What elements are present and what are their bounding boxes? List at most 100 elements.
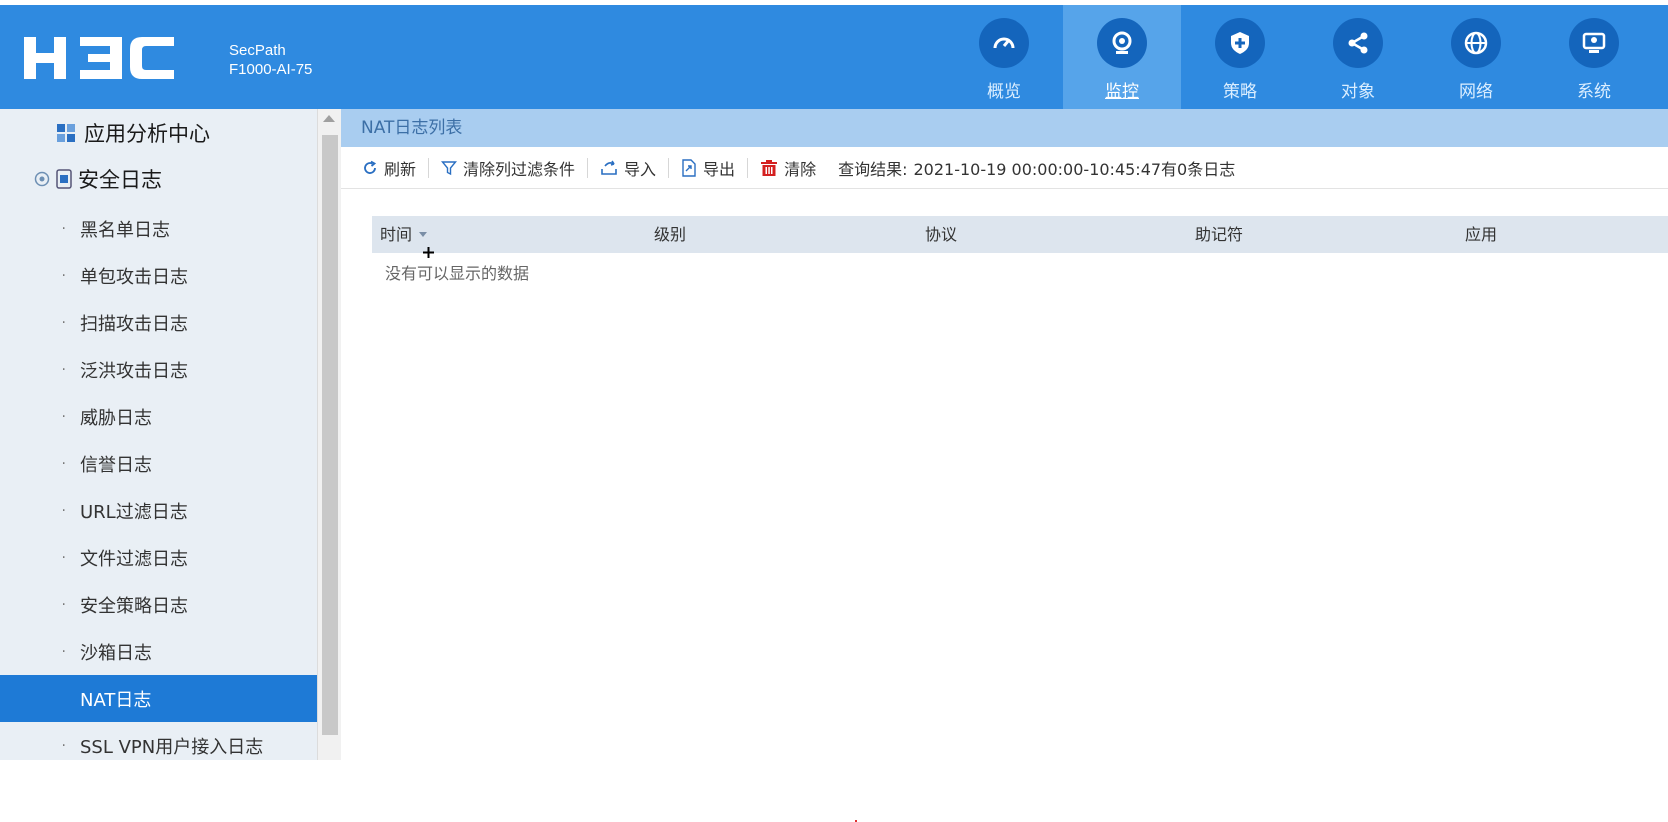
nav-network[interactable]: 网络 <box>1417 5 1535 109</box>
query-result-label: 查询结果: <box>838 159 908 179</box>
sort-desc-icon[interactable] <box>419 232 428 237</box>
product-model: F1000-AI-75 <box>229 61 313 78</box>
bullet-icon: · <box>61 737 66 754</box>
toolbar-divider <box>428 157 430 178</box>
column-header-application[interactable]: 应用 <box>1465 216 1497 253</box>
sidebar-item-reputation-log[interactable]: · 信誉日志 <box>0 440 317 487</box>
top-header: SecPath F1000-AI-75 概览 监控 策略 对象 网络 系统 <box>0 5 1668 109</box>
sidebar-group-app-analysis[interactable]: 应用分析中心 <box>56 111 210 155</box>
column-header-time[interactable]: 时间 <box>380 216 428 253</box>
sidebar-item-scan-attack-log[interactable]: · 扫描攻击日志 <box>0 299 317 346</box>
sidebar-item-label: 单包攻击日志 <box>80 266 188 288</box>
sidebar-item-security-policy-log[interactable]: · 安全策略日志 <box>0 581 317 628</box>
bullet-icon: · <box>61 267 66 284</box>
query-result: 查询结果: 2021-10-19 00:00:00-10:45:47有0条日志 <box>838 156 1235 180</box>
import-label: 导入 <box>624 159 657 179</box>
sidebar-item-label: 信誉日志 <box>80 454 152 476</box>
sidebar-item-url-filter-log[interactable]: · URL过滤日志 <box>0 487 317 534</box>
sidebar-item-threat-log[interactable]: · 威胁日志 <box>0 393 317 440</box>
refresh-label: 刷新 <box>384 159 417 179</box>
sidebar-item-label: URL过滤日志 <box>80 501 188 523</box>
sidebar-group-label: 应用分析中心 <box>84 122 210 146</box>
sidebar-item-label: 扫描攻击日志 <box>80 313 188 335</box>
nav-policy[interactable]: 策略 <box>1181 5 1299 109</box>
h3c-logo <box>24 37 174 79</box>
refresh-button[interactable]: 刷新 <box>362 156 416 180</box>
nav-label: 策略 <box>1223 82 1257 102</box>
sidebar-item-sandbox-log[interactable]: · 沙箱日志 <box>0 628 317 675</box>
main-nav: 概览 监控 策略 对象 网络 系统 <box>945 5 1653 109</box>
nav-monitor[interactable]: 监控 <box>1063 5 1181 109</box>
column-header-protocol[interactable]: 协议 <box>925 216 957 253</box>
bullet-icon: · <box>61 455 66 472</box>
sidebar-item-label: 威胁日志 <box>80 407 152 429</box>
grid-icon <box>57 124 75 142</box>
sidebar-item-ssl-vpn-access-log[interactable]: · SSL VPN用户接入日志 <box>0 722 317 760</box>
nav-system[interactable]: 系统 <box>1535 5 1653 109</box>
export-icon <box>682 158 696 177</box>
toolbar-divider <box>668 157 670 178</box>
nav-overview[interactable]: 概览 <box>945 5 1063 109</box>
sidebar-item-label: NAT日志 <box>80 689 152 711</box>
clear-button[interactable]: 清除 <box>760 156 816 180</box>
sidebar-item-blacklist-log[interactable]: · 黑名单日志 <box>0 205 317 252</box>
log-file-icon <box>56 169 72 189</box>
mouse-cursor-icon <box>423 247 434 258</box>
share-icon <box>1333 18 1383 68</box>
bullet-icon: · <box>61 361 66 378</box>
import-button[interactable]: 导入 <box>600 156 656 180</box>
scroll-up-arrow-icon[interactable] <box>323 115 335 122</box>
bullet-icon: · <box>61 596 66 613</box>
sidebar-item-flood-attack-log[interactable]: · 泛洪攻击日志 <box>0 346 317 393</box>
sidebar-item-label: 安全策略日志 <box>80 595 188 617</box>
panel-title: NAT日志列表 <box>341 109 1668 147</box>
export-label: 导出 <box>703 159 736 179</box>
column-header-mnemonic[interactable]: 助记符 <box>1195 216 1243 253</box>
sidebar-item-nat-log[interactable]: ·NAT日志 <box>0 675 317 722</box>
sidebar-group-security-log[interactable]: 安全日志 <box>34 157 162 201</box>
nav-label: 监控 <box>1105 82 1139 102</box>
system-screen-icon <box>1569 18 1619 68</box>
nav-object[interactable]: 对象 <box>1299 5 1417 109</box>
refresh-icon <box>364 160 377 174</box>
nav-label: 概览 <box>987 82 1021 102</box>
clear-filter-label: 清除列过滤条件 <box>463 159 576 179</box>
nav-label: 网络 <box>1459 82 1493 102</box>
filter-icon <box>441 160 458 175</box>
table-header: 时间 级别 协议 助记符 应用 <box>372 216 1668 253</box>
bullet-icon: · <box>61 408 66 425</box>
shield-icon <box>1215 18 1265 68</box>
nav-label: 对象 <box>1341 82 1375 102</box>
sidebar-item-label: 文件过滤日志 <box>80 548 188 570</box>
toolbar-divider <box>587 157 589 178</box>
scrollbar-thumb[interactable] <box>322 135 338 735</box>
globe-icon <box>1451 18 1501 68</box>
product-line1: SecPath <box>229 42 286 59</box>
bullet-icon: · <box>0 691 80 707</box>
nav-label: 系统 <box>1577 82 1611 102</box>
sidebar-item-label: 沙箱日志 <box>80 642 152 664</box>
sidebar-item-file-filter-log[interactable]: · 文件过滤日志 <box>0 534 317 581</box>
bullet-icon: · <box>61 549 66 566</box>
expand-circle-icon <box>34 171 50 187</box>
export-button[interactable]: 导出 <box>681 156 735 180</box>
column-header-label: 时间 <box>380 225 413 244</box>
sidebar-item-label: 泛洪攻击日志 <box>80 360 188 382</box>
sidebar-scrollbar[interactable] <box>317 109 341 760</box>
bullet-icon: · <box>61 502 66 519</box>
empty-table-message: 没有可以显示的数据 <box>385 264 530 283</box>
dashboard-icon <box>979 18 1029 68</box>
sidebar-item-label: 黑名单日志 <box>80 219 170 241</box>
clear-label: 清除 <box>784 159 817 179</box>
sidebar: 应用分析中心 安全日志 · 黑名单日志 · 单包攻击日志 · 扫描攻击日志 · 泛洪攻击… <box>0 109 317 760</box>
sidebar-group-label: 安全日志 <box>78 168 162 192</box>
query-result-value: 2021-10-19 00:00:00-10:45:47有0条日志 <box>913 159 1236 179</box>
sidebar-item-single-packet-attack-log[interactable]: · 单包攻击日志 <box>0 252 317 299</box>
main-panel: NAT日志列表 刷新 清除列过滤条件 导入 导出 清除 查询结果: 2021-10… <box>341 109 1668 822</box>
bullet-icon: · <box>61 220 66 237</box>
toolbar-divider <box>747 157 749 178</box>
clear-filter-button[interactable]: 清除列过滤条件 <box>441 156 575 180</box>
bullet-icon: · <box>61 643 66 660</box>
column-header-level[interactable]: 级别 <box>654 216 686 253</box>
toolbar: 刷新 清除列过滤条件 导入 导出 清除 查询结果: 2021-10-19 00:0… <box>341 147 1668 189</box>
